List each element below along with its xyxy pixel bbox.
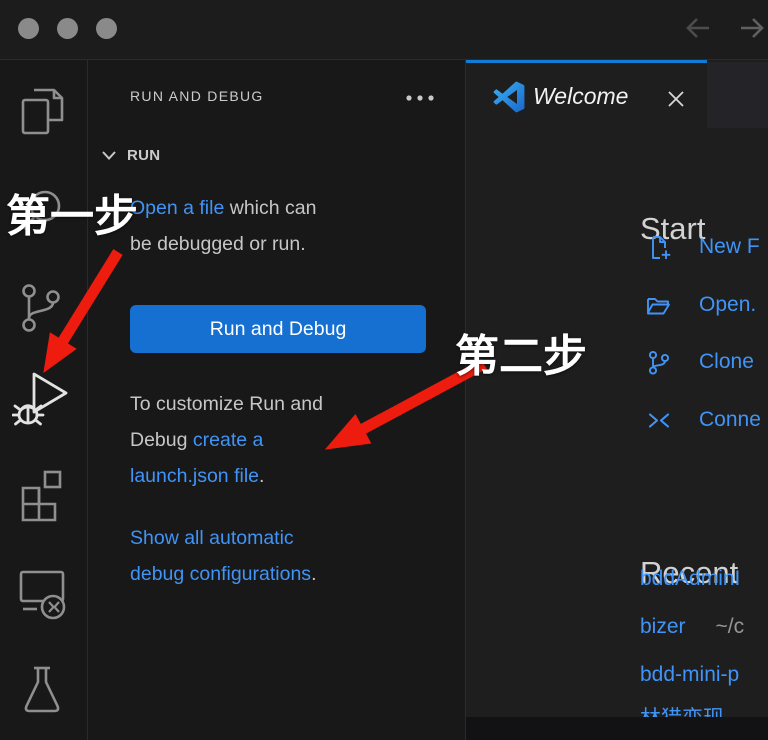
- start-item-label: Conne: [699, 408, 761, 432]
- ellipsis-icon: [405, 92, 435, 104]
- start-item-new-file[interactable]: New F: [645, 232, 760, 262]
- git-branch-icon: [645, 349, 672, 376]
- debug-intro-text: Open a file which can be debugged or run.: [130, 190, 316, 262]
- new-file-icon: [645, 234, 672, 261]
- testing-flask-icon: [12, 660, 72, 722]
- activity-explorer-button[interactable]: [12, 82, 72, 144]
- run-section-header[interactable]: RUN: [98, 143, 160, 167]
- activity-extensions-button[interactable]: [12, 464, 72, 526]
- close-window-button[interactable]: [18, 18, 39, 39]
- activity-source-control-button[interactable]: [12, 278, 72, 340]
- tab-title: Welcome: [533, 83, 628, 110]
- panel-more-actions-button[interactable]: [405, 92, 435, 104]
- recent-item[interactable]: bizer ~/c: [640, 615, 744, 641]
- run-and-debug-button[interactable]: Run and Debug: [130, 305, 426, 353]
- close-tab-button[interactable]: [664, 87, 688, 111]
- welcome-page: Start New F Open.: [466, 133, 768, 717]
- editor-bottom-strip: [466, 717, 768, 740]
- start-item-connect[interactable]: Conne: [645, 405, 761, 435]
- files-icon: [12, 82, 72, 144]
- text-link[interactable]: debug configurations: [130, 563, 311, 585]
- run-section-label: RUN: [127, 147, 160, 164]
- run-debug-side-panel: RUN AND DEBUG RUN Open a file which can b…: [88, 60, 466, 740]
- activity-bar: [0, 60, 88, 740]
- tab-welcome[interactable]: Welcome: [466, 60, 707, 133]
- remote-connect-icon: [645, 407, 672, 434]
- start-item-label: Open.: [699, 293, 756, 317]
- run-debug-icon: [12, 366, 72, 436]
- text-span: .: [311, 563, 316, 585]
- show-all-configurations-text: Show all automatic debug configurations.: [130, 520, 316, 592]
- vscode-logo-icon: [493, 81, 525, 113]
- activity-search-button[interactable]: [12, 180, 72, 242]
- recent-item-link[interactable]: bdd-mini-p: [640, 663, 739, 686]
- text-link[interactable]: create a: [193, 429, 263, 451]
- remote-explorer-icon: [12, 562, 72, 624]
- recent-item[interactable]: 林猎变现: [640, 702, 724, 717]
- search-icon: [12, 180, 72, 242]
- text-span: be debugged or run.: [130, 233, 306, 255]
- text-span: Debug: [130, 429, 193, 451]
- editor-group: Welcome Start New F: [466, 60, 768, 740]
- recent-item-link[interactable]: bizer: [640, 615, 686, 638]
- chevron-down-icon: [98, 144, 120, 166]
- recent-item[interactable]: bdd-mini-p: [640, 663, 768, 689]
- text-link[interactable]: launch.json file: [130, 465, 259, 487]
- start-item-clone[interactable]: Clone: [645, 347, 754, 377]
- source-control-icon: [12, 278, 72, 340]
- navigate-back-button[interactable]: [681, 11, 715, 45]
- activity-remote-explorer-button[interactable]: [12, 562, 72, 624]
- start-item-open[interactable]: Open.: [645, 290, 756, 320]
- start-item-label: Clone: [699, 350, 754, 374]
- recent-item[interactable]: bddAdminI: [640, 567, 768, 593]
- panel-title: RUN AND DEBUG: [130, 88, 264, 104]
- activity-run-debug-button[interactable]: [12, 366, 72, 428]
- tab-bar-filler: [707, 62, 768, 128]
- extensions-icon: [12, 464, 72, 526]
- recent-item-link[interactable]: 林猎变现: [640, 707, 724, 717]
- arrow-right-icon: [735, 11, 768, 45]
- minimize-window-button[interactable]: [57, 18, 78, 39]
- recent-item-path: ~/c: [716, 615, 745, 638]
- customize-launch-text: To customize Run and Debug create a launch…: [130, 386, 323, 494]
- activity-testing-button[interactable]: [12, 660, 72, 722]
- title-bar: [0, 0, 768, 60]
- text-span: .: [259, 465, 264, 487]
- navigate-forward-button[interactable]: [735, 11, 768, 45]
- open-folder-icon: [645, 292, 672, 319]
- vscode-window: RUN AND DEBUG RUN Open a file which can b…: [0, 0, 768, 740]
- text-span: To customize Run and: [130, 393, 323, 415]
- maximize-window-button[interactable]: [96, 18, 117, 39]
- recent-item-link[interactable]: bddAdminI: [640, 567, 740, 590]
- text-link[interactable]: Show all automatic: [130, 527, 294, 549]
- arrow-left-icon: [681, 11, 715, 45]
- start-item-label: New F: [699, 235, 760, 259]
- close-icon: [664, 87, 688, 111]
- text-link[interactable]: Open a file: [130, 197, 224, 219]
- text-span: which can: [224, 197, 316, 219]
